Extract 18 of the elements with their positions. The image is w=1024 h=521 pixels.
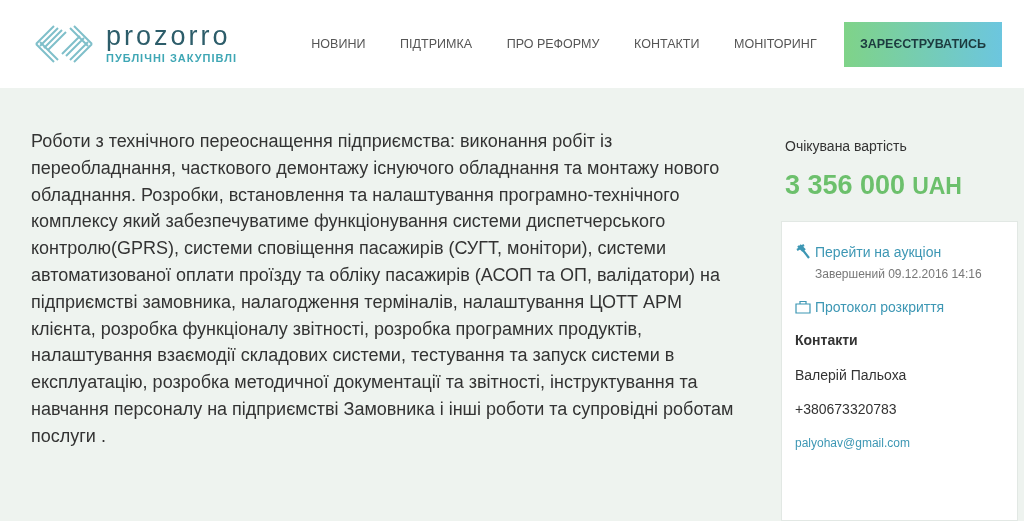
nav-link[interactable]: МОНІТОРИНГ (734, 34, 817, 54)
auction-status: Завершений 09.12.2016 14:16 (814, 265, 983, 283)
nav-link[interactable]: КОНТАКТИ (634, 34, 700, 54)
logo-tagline: ПУБЛІЧНІ ЗАКУПІВЛІ (106, 51, 237, 66)
register-button[interactable]: ЗАРЕЄСТРУВАТИСЬ (844, 21, 1002, 67)
currency: UAH (912, 172, 962, 201)
logo-name: prozorro (106, 21, 232, 50)
contacts-heading: Контакти (795, 330, 859, 350)
nav-link[interactable]: НОВИНИ (311, 34, 366, 54)
contact-name: Валерій Пальоха (795, 365, 908, 385)
contact-phone: +380673320783 (795, 399, 898, 419)
briefcase-icon (795, 300, 811, 314)
nav-link[interactable]: ПІДТРИМКА (400, 34, 472, 54)
value-label: Очікувана вартість (784, 137, 908, 156)
amount: 3 356 000 (785, 169, 906, 202)
gavel-icon (795, 244, 811, 260)
tender-description: Роботи з технічного переоснащення підприємства: виконання робіт із переобладнання, часткового демонтажу існуючого обладнання та монтажу нового обладнання. Розробки, встановлення та налаштування програмно-технічного комплексу який забезпечуватиме функціонування системи диспетчерського контролю(GPRS), системи сповіщення пасажирів (СУГТ, монітори), системи автоматизованої оплати проїзду та обліку пасажирів (АСОП та ОП, валідатори) на підприємстві замовника, налагодження терміналів, налаштування ЦОТТ АРМ клієнта, розробка функціоналу звітності, розробка програмних продуктів, налаштування взаємодії складових системи, тестування та запуск системи в експлуатацію, розробка методичної документації та звітності, інструктування та навчання персоналу на підприємстві Замовника і інші роботи та супровідні роботам послуги . (31, 130, 735, 448)
nav-link[interactable]: ПРО РЕФОРМУ (506, 34, 600, 54)
